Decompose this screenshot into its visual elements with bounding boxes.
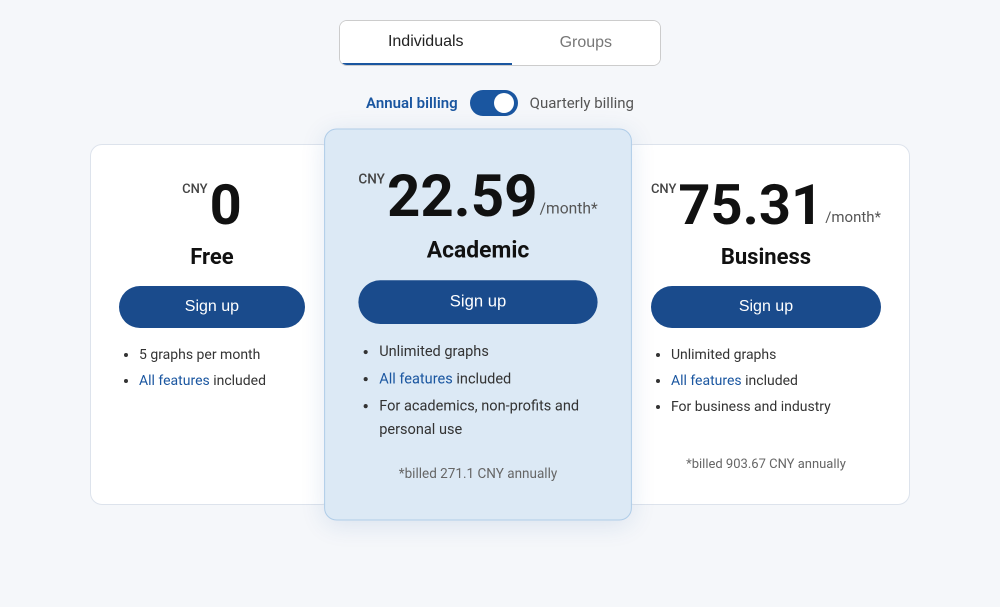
toggle-knob	[494, 93, 514, 113]
business-billing-note: *billed 903.67 CNY annually	[686, 449, 846, 472]
academic-billing-note: *billed 271.1 CNY annually	[399, 458, 558, 482]
free-price-block: CNY 0	[182, 177, 242, 233]
free-plan-name: Free	[190, 245, 233, 270]
free-features-list: 5 graphs per month All features included	[119, 344, 305, 396]
free-feature-2: All features included	[139, 370, 305, 394]
business-price: 75.31	[678, 177, 823, 233]
academic-features-list: Unlimited graphs All features included F…	[358, 341, 597, 446]
business-feature-3: For business and industry	[671, 396, 881, 420]
business-feature-2: All features included	[671, 370, 881, 394]
tab-groups[interactable]: Groups	[512, 21, 660, 65]
academic-feature-3: For academics, non-profits and personal …	[379, 394, 597, 443]
academic-price-suffix: /month*	[539, 201, 597, 217]
free-currency: CNY	[182, 183, 207, 196]
free-price: 0	[210, 177, 242, 233]
tab-individuals[interactable]: Individuals	[340, 21, 512, 65]
tabs-container: Individuals Groups	[339, 20, 661, 66]
business-feature-1: Unlimited graphs	[671, 344, 881, 368]
annual-billing-label: Annual billing	[366, 94, 458, 112]
business-price-suffix: /month*	[825, 210, 881, 225]
free-feature-1: 5 graphs per month	[139, 344, 305, 368]
plan-free: CNY 0 Free Sign up 5 graphs per month Al…	[90, 144, 334, 505]
business-features-list: Unlimited graphs All features included F…	[651, 344, 881, 421]
business-currency: CNY	[651, 183, 676, 196]
academic-plan-name: Academic	[427, 238, 530, 264]
academic-feature-2: All features included	[379, 367, 597, 392]
academic-feature-1: Unlimited graphs	[379, 341, 597, 366]
billing-row: Annual billing Quarterly billing	[366, 90, 634, 116]
plans-container: CNY 0 Free Sign up 5 graphs per month Al…	[90, 144, 910, 505]
business-signup-button[interactable]: Sign up	[651, 286, 881, 328]
business-price-block: CNY 75.31 /month*	[651, 177, 881, 233]
plan-business: CNY 75.31 /month* Business Sign up Unlim…	[622, 144, 910, 505]
billing-toggle[interactable]	[470, 90, 518, 116]
academic-signup-button[interactable]: Sign up	[358, 280, 597, 324]
free-signup-button[interactable]: Sign up	[119, 286, 305, 328]
academic-price: 22.59	[387, 167, 538, 225]
academic-price-block: CNY 22.59 /month*	[358, 167, 597, 225]
plan-academic: CNY 22.59 /month* Academic Sign up Unlim…	[324, 128, 632, 520]
quarterly-billing-label: Quarterly billing	[530, 94, 634, 112]
academic-currency: CNY	[358, 173, 385, 187]
business-plan-name: Business	[721, 245, 811, 270]
